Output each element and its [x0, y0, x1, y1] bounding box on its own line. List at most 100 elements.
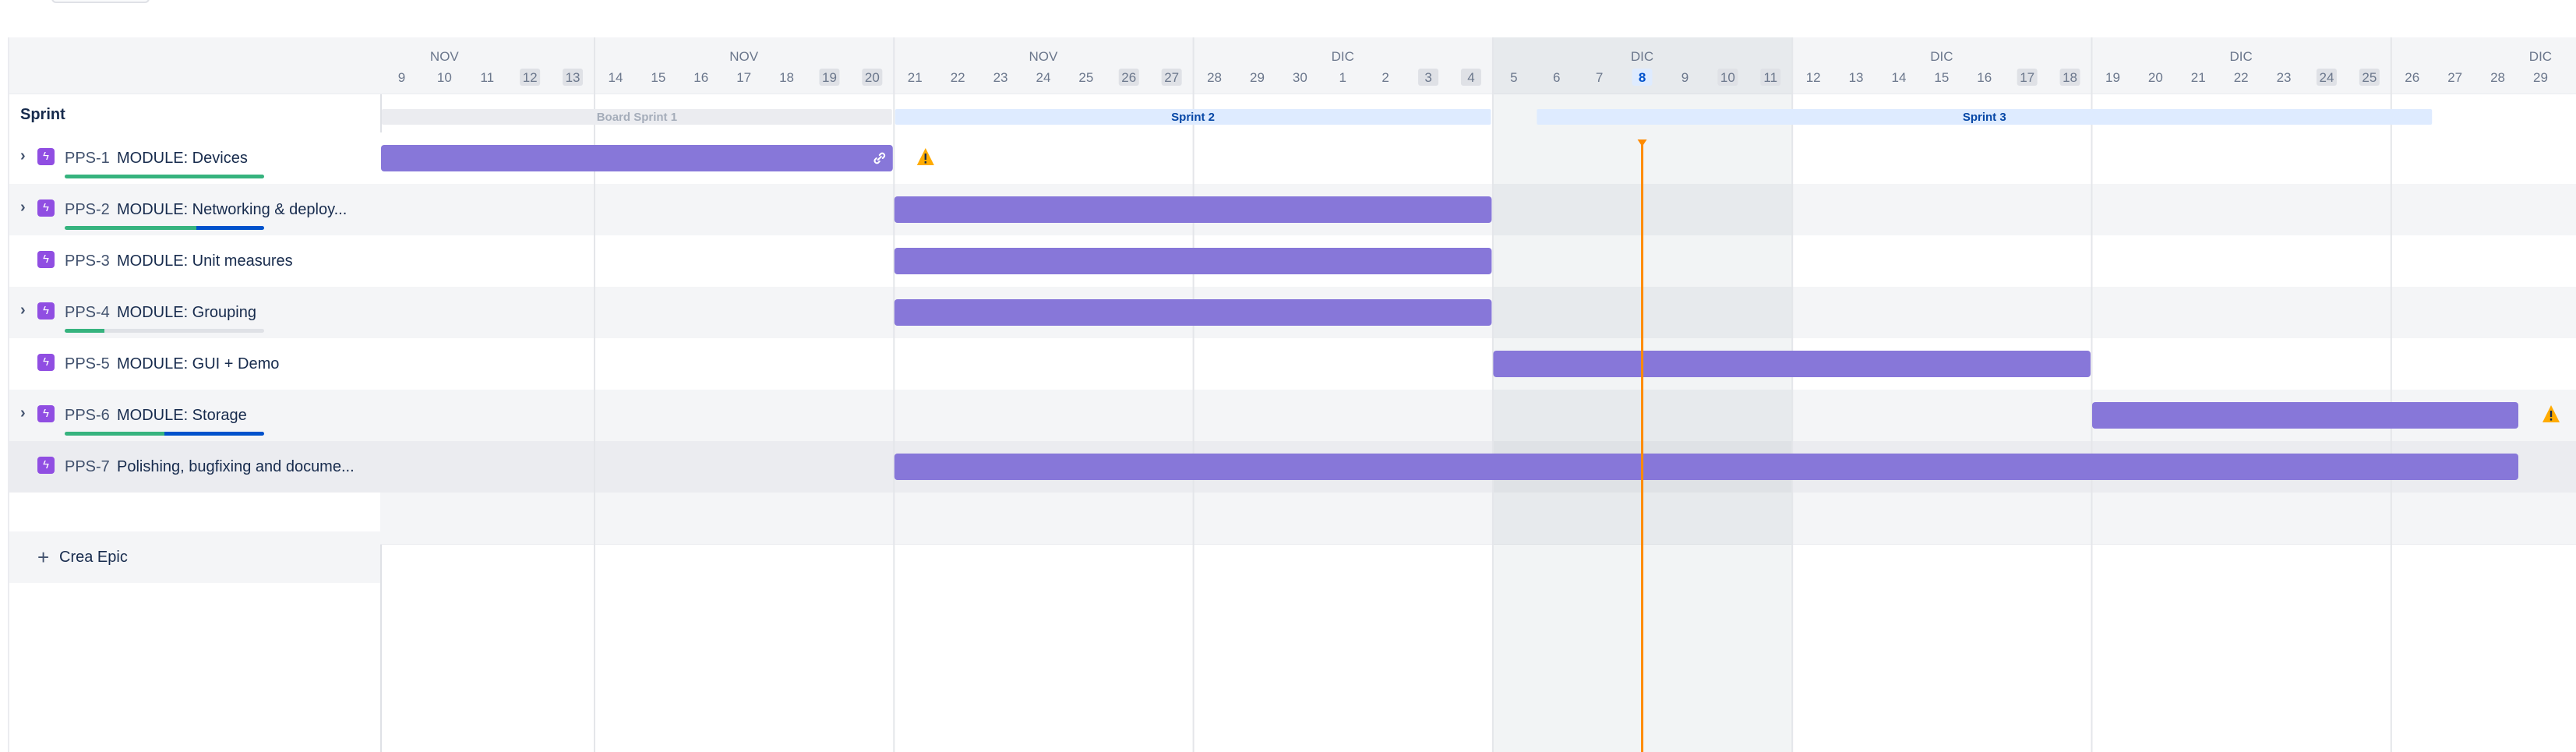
- day-label: 2: [1382, 70, 1389, 85]
- day-label: 17: [2020, 70, 2034, 85]
- epic-key[interactable]: PPS-2: [65, 201, 110, 219]
- epic-key[interactable]: PPS-1: [65, 150, 110, 168]
- day-label: 20: [2148, 70, 2163, 85]
- lightning-icon: ϟ: [37, 199, 55, 217]
- month-label: DIC: [1930, 49, 1953, 64]
- day-label: 20: [865, 70, 880, 85]
- day-label: 29: [2533, 70, 2548, 85]
- epic-key[interactable]: PPS-6: [65, 407, 110, 425]
- day-label: 23: [993, 70, 1008, 85]
- chevron-right-icon[interactable]: ›: [20, 301, 36, 320]
- lightning-icon: ϟ: [37, 457, 55, 474]
- epic-bar[interactable]: [1493, 351, 2091, 377]
- timeline-row-bg-create: [380, 493, 2576, 544]
- epic-bar[interactable]: [894, 299, 1492, 326]
- epic-progress-bar: [65, 432, 264, 436]
- month-label: NOV: [1029, 49, 1059, 64]
- day-label: 27: [1164, 70, 1179, 85]
- day-label: 24: [2319, 70, 2334, 85]
- epic-row[interactable]: ϟ PPS-3 MODULE: Unit measures: [9, 235, 380, 287]
- day-label: 18: [2063, 70, 2077, 85]
- day-label: 17: [736, 70, 751, 85]
- day-label: 13: [1849, 70, 1864, 85]
- epic-row[interactable]: › ϟ PPS-2 MODULE: Networking & deploy...: [9, 184, 380, 235]
- epic-row[interactable]: › ϟ PPS-4 MODULE: Grouping: [9, 287, 380, 338]
- day-label: 16: [693, 70, 708, 85]
- day-label: 25: [1078, 70, 1093, 85]
- day-label: 16: [1977, 70, 1992, 85]
- epic-title[interactable]: MODULE: GUI + Demo: [117, 355, 370, 373]
- day-label: 3: [1424, 70, 1431, 85]
- progress-done: [65, 432, 164, 436]
- day-label: 22: [951, 70, 965, 85]
- month-label: NOV: [729, 49, 759, 64]
- epic-title[interactable]: MODULE: Networking & deploy...: [117, 201, 370, 219]
- month-label: NOV: [430, 49, 460, 64]
- timeline-svg: NOV NOV NOV DIC DIC DIC DIC DIC9 10 11 12 13 14 15 16 1…: [380, 37, 2576, 752]
- day-label: 6: [1553, 70, 1560, 85]
- day-label: 26: [2405, 70, 2419, 85]
- day-label: 21: [2191, 70, 2206, 85]
- day-label: 21: [908, 70, 923, 85]
- epic-row[interactable]: ϟ PPS-5 MODULE: GUI + Demo: [9, 338, 380, 390]
- epic-title[interactable]: MODULE: Devices: [117, 150, 370, 168]
- chevron-right-icon[interactable]: ›: [20, 198, 36, 217]
- day-label: 18: [779, 70, 794, 85]
- month-label: DIC: [2230, 49, 2253, 64]
- day-label: 4: [1467, 70, 1474, 85]
- epic-bar[interactable]: [894, 196, 1492, 223]
- epic-row[interactable]: ϟ PPS-7 Polishing, bugfixing and docume...: [9, 441, 380, 493]
- day-label: 22: [2234, 70, 2249, 85]
- epic-bar[interactable]: [894, 248, 1492, 274]
- lightning-icon: ϟ: [37, 148, 55, 165]
- epic-bar[interactable]: [381, 145, 893, 171]
- month-label: DIC: [1631, 49, 1653, 64]
- epic-title[interactable]: MODULE: Storage: [117, 407, 370, 425]
- sprint-row-label: Sprint: [9, 97, 380, 132]
- day-label: 5: [1510, 70, 1517, 85]
- sidebar-header: [9, 37, 380, 94]
- progress-in-progress: [164, 432, 264, 436]
- progress-done: [65, 226, 196, 230]
- create-epic-button[interactable]: + Crea Epic: [9, 531, 380, 583]
- day-label: 15: [651, 70, 665, 85]
- day-label: 11: [480, 70, 494, 85]
- chevron-right-icon[interactable]: ›: [20, 404, 36, 422]
- epic-bar[interactable]: [894, 454, 2518, 480]
- day-label: 1: [1339, 70, 1346, 85]
- epic-bar[interactable]: [2092, 402, 2518, 429]
- epic-key[interactable]: PPS-3: [65, 252, 110, 270]
- plus-icon: +: [37, 545, 50, 569]
- day-label: 14: [608, 70, 623, 85]
- epic-title[interactable]: MODULE: Unit measures: [117, 252, 370, 270]
- epic-row[interactable]: › ϟ PPS-6 MODULE: Storage: [9, 390, 380, 441]
- progress-done: [65, 175, 264, 178]
- toolbar-button-edge[interactable]: [51, 0, 150, 3]
- epic-title[interactable]: MODULE: Grouping: [117, 304, 370, 322]
- chevron-right-icon[interactable]: ›: [20, 147, 36, 165]
- sprint-label: Sprint: [20, 106, 65, 123]
- day-label: 10: [437, 70, 452, 85]
- lightning-icon: ϟ: [37, 302, 55, 320]
- epic-progress-bar: [65, 329, 264, 333]
- lightning-icon: ϟ: [37, 354, 55, 371]
- create-epic-label: Crea Epic: [59, 549, 128, 566]
- day-label: 19: [822, 70, 837, 85]
- today-day-label: 8: [1639, 70, 1646, 85]
- timeline-grid[interactable]: NOV NOV NOV DIC DIC DIC DIC DIC 9 10 11 12 13 14 15 16 1…: [380, 37, 2576, 752]
- epic-key[interactable]: PPS-5: [65, 355, 110, 373]
- epic-key[interactable]: PPS-7: [65, 458, 110, 476]
- epic-title[interactable]: Polishing, bugfixing and docume...: [117, 458, 370, 476]
- day-label: 27: [2447, 70, 2462, 85]
- day-label: 9: [398, 70, 405, 85]
- epic-key[interactable]: PPS-4: [65, 304, 110, 322]
- day-label: 12: [1806, 70, 1821, 85]
- epic-row[interactable]: › ϟ PPS-1 MODULE: Devices: [9, 132, 380, 184]
- day-label: 26: [1121, 70, 1136, 85]
- progress-done: [65, 329, 105, 333]
- timeline-row-bg: [380, 338, 2576, 390]
- day-label: 28: [1207, 70, 1222, 85]
- day-label: 7: [1596, 70, 1603, 85]
- day-label: 29: [1250, 70, 1265, 85]
- day-label: 14: [1891, 70, 1906, 85]
